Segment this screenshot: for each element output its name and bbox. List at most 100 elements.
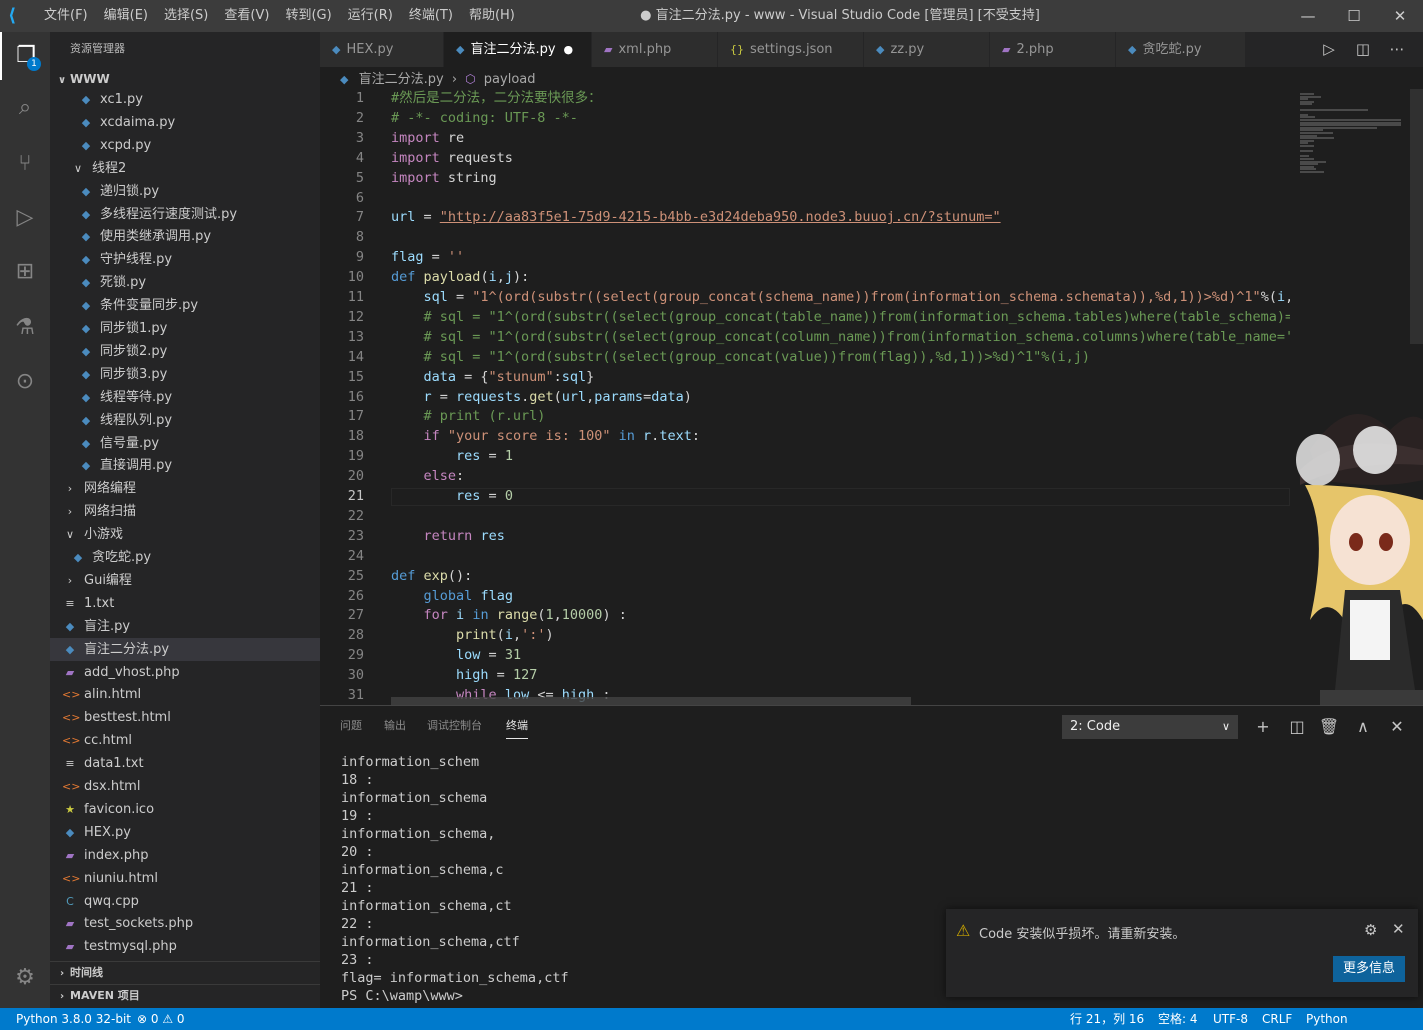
tree-item[interactable]: <> niuniu.html bbox=[50, 867, 320, 890]
language-mode-status[interactable]: Python bbox=[1306, 1008, 1348, 1030]
terminal-select[interactable]: 2: Code ∨ bbox=[1062, 715, 1238, 739]
code-line[interactable]: if "your score is: 100" in r.text: bbox=[391, 427, 700, 447]
tree-item[interactable]: ▰ test_sockets.php bbox=[50, 912, 320, 935]
tree-item[interactable]: ◆ 守护线程.py bbox=[50, 248, 320, 271]
code-line[interactable]: r = requests.get(url,params=data) bbox=[391, 388, 692, 408]
menu-item[interactable]: 编辑(E) bbox=[96, 0, 156, 32]
tree-item[interactable]: ≡ data1.txt bbox=[50, 752, 320, 775]
python-interpreter-status[interactable]: Python 3.8.0 32-bit bbox=[16, 1008, 131, 1030]
code-line[interactable]: else: bbox=[391, 467, 465, 487]
code-line[interactable]: sql = "1^(ord(substr((select(group_conca… bbox=[391, 288, 1290, 308]
menu-item[interactable]: 查看(V) bbox=[216, 0, 277, 32]
explorer-icon[interactable]: ❐ bbox=[0, 32, 50, 80]
code-line[interactable]: flag = '' bbox=[391, 248, 464, 268]
workspace-root[interactable]: ∨ WWW bbox=[50, 68, 320, 90]
code-line[interactable]: # sql = "1^(ord(substr((select(group_con… bbox=[391, 328, 1291, 348]
code-line[interactable]: def exp(): bbox=[391, 567, 472, 587]
encoding-status[interactable]: UTF-8 bbox=[1213, 1008, 1248, 1030]
extensions-icon[interactable]: ⊞ bbox=[0, 248, 50, 296]
tree-item[interactable]: <> besttest.html bbox=[50, 706, 320, 729]
tree-item[interactable]: › 网络编程 bbox=[50, 477, 320, 500]
tree-item[interactable]: ≡ 1.txt bbox=[50, 592, 320, 615]
more-info-button[interactable]: 更多信息 bbox=[1333, 956, 1405, 982]
tree-item[interactable]: ▰ testmysql.php bbox=[50, 935, 320, 958]
code-line[interactable]: high = 127 bbox=[391, 666, 537, 686]
editor-tab[interactable]: ▰ xml.php bbox=[592, 32, 718, 67]
code-line[interactable]: global flag bbox=[391, 587, 513, 607]
line-ending-status[interactable]: CRLF bbox=[1262, 1008, 1292, 1030]
tree-item[interactable]: ◆ xcpd.py bbox=[50, 134, 320, 157]
code-line[interactable]: print(i,':') bbox=[391, 626, 554, 646]
unsaved-dot-icon[interactable]: ● bbox=[564, 43, 574, 56]
tree-item[interactable]: ◆ 递归锁.py bbox=[50, 180, 320, 203]
tree-item[interactable]: › Gui编程 bbox=[50, 569, 320, 592]
code-line[interactable]: res = 0 bbox=[391, 487, 513, 507]
code-line[interactable]: import re bbox=[391, 129, 464, 149]
editor-tab[interactable]: ◆ HEX.py bbox=[320, 32, 444, 67]
tree-item[interactable]: Cqwq.cpp bbox=[50, 890, 320, 913]
indentation-status[interactable]: 空格: 4 bbox=[1158, 1008, 1198, 1030]
tree-item[interactable]: › 网络扫描 bbox=[50, 500, 320, 523]
tree-item[interactable]: ◆ 同步锁1.py bbox=[50, 317, 320, 340]
testing-icon[interactable]: ⚗ bbox=[0, 304, 50, 352]
close-panel-icon[interactable]: ✕ bbox=[1385, 715, 1409, 739]
tree-item[interactable]: ◆ 多线程运行速度测试.py bbox=[50, 203, 320, 226]
code-line[interactable]: data = {"stunum":sql} bbox=[391, 368, 595, 388]
maximize-icon[interactable]: ☐ bbox=[1331, 0, 1377, 32]
menu-item[interactable]: 运行(R) bbox=[340, 0, 401, 32]
maximize-panel-icon[interactable]: ∧ bbox=[1351, 715, 1375, 739]
panel-tab[interactable]: 输出 bbox=[384, 714, 406, 738]
split-editor-icon[interactable]: ◫ bbox=[1348, 32, 1378, 67]
code-line[interactable]: # print (r.url) bbox=[391, 407, 546, 427]
menu-item[interactable]: 终端(T) bbox=[401, 0, 461, 32]
code-line[interactable]: import requests bbox=[391, 149, 513, 169]
code-line[interactable]: # sql = "1^(ord(substr((select(group_con… bbox=[391, 308, 1291, 328]
git-graph-icon[interactable]: ⊙ bbox=[0, 358, 50, 406]
tree-item[interactable]: ▰ index.php bbox=[50, 844, 320, 867]
code-line[interactable]: for i in range(1,10000) : bbox=[391, 606, 627, 626]
tree-item[interactable]: ◆ 盲注.py bbox=[50, 615, 320, 638]
tree-item[interactable]: <> cc.html bbox=[50, 729, 320, 752]
code-line[interactable]: url = "http://aa83f5e1-75d9-4215-b4bb-e3… bbox=[391, 208, 1001, 228]
problems-status[interactable]: ⊗ 0 ⚠ 0 bbox=[137, 1008, 185, 1030]
tree-item[interactable]: ◆ xc1.py bbox=[50, 88, 320, 111]
menu-item[interactable]: 文件(F) bbox=[36, 0, 96, 32]
close-window-icon[interactable]: ✕ bbox=[1377, 0, 1423, 32]
code-line[interactable]: return res bbox=[391, 527, 505, 547]
minimize-icon[interactable]: — bbox=[1285, 0, 1331, 32]
code-line[interactable]: #然后是二分法，二分法要快很多： bbox=[391, 89, 602, 109]
code-line[interactable]: res = 1 bbox=[391, 447, 513, 467]
tree-item[interactable]: ∨ 线程2 bbox=[50, 157, 320, 180]
breadcrumb-symbol[interactable]: payload bbox=[484, 72, 536, 87]
new-terminal-icon[interactable]: + bbox=[1251, 715, 1275, 739]
tree-item[interactable]: ◆ 直接调用.py bbox=[50, 454, 320, 477]
tree-item[interactable]: ◆ 盲注二分法.py bbox=[50, 637, 320, 661]
tree-item[interactable]: <> alin.html bbox=[50, 683, 320, 706]
notification-settings-icon[interactable]: ⚙ bbox=[1364, 921, 1377, 939]
code-line[interactable]: import string bbox=[391, 169, 497, 189]
code-line[interactable]: # sql = "1^(ord(substr((select(group_con… bbox=[391, 348, 1090, 368]
code-line[interactable]: def payload(i,j): bbox=[391, 268, 529, 288]
tree-item[interactable]: ◆ xcdaima.py bbox=[50, 111, 320, 134]
editor-horizontal-scrollbar[interactable] bbox=[391, 697, 911, 705]
tree-item[interactable]: ◆ 同步锁3.py bbox=[50, 363, 320, 386]
tree-item[interactable]: ◆ 信号量.py bbox=[50, 432, 320, 455]
breadcrumb-file[interactable]: 盲注二分法.py bbox=[359, 72, 444, 87]
notification-close-icon[interactable]: ✕ bbox=[1392, 920, 1405, 938]
tree-item[interactable]: ◆ 同步锁2.py bbox=[50, 340, 320, 363]
cursor-position-status[interactable]: 行 21，列 16 bbox=[1070, 1008, 1144, 1030]
search-icon[interactable]: ⌕ bbox=[0, 84, 50, 132]
editor-tab[interactable]: ▰ 2.php bbox=[990, 32, 1116, 67]
run-debug-icon[interactable]: ▷ bbox=[0, 194, 50, 242]
editor-tab[interactable]: ◆ 盲注二分法.py ● bbox=[444, 32, 592, 67]
menu-item[interactable]: 转到(G) bbox=[277, 0, 339, 32]
tree-item[interactable]: ◆ 线程等待.py bbox=[50, 386, 320, 409]
menu-item[interactable]: 选择(S) bbox=[156, 0, 216, 32]
tree-item[interactable]: ◆ 使用类继承调用.py bbox=[50, 225, 320, 248]
editor-tab[interactable]: ◆ 贪吃蛇.py bbox=[1116, 32, 1246, 67]
tree-item[interactable]: ◆ 死锁.py bbox=[50, 271, 320, 294]
panel-tab[interactable]: 问题 bbox=[340, 714, 362, 738]
tree-item[interactable]: ★ favicon.ico bbox=[50, 798, 320, 821]
timeline-section[interactable]: › 时间线 bbox=[50, 961, 320, 984]
tree-item[interactable]: ◆ 线程队列.py bbox=[50, 409, 320, 432]
